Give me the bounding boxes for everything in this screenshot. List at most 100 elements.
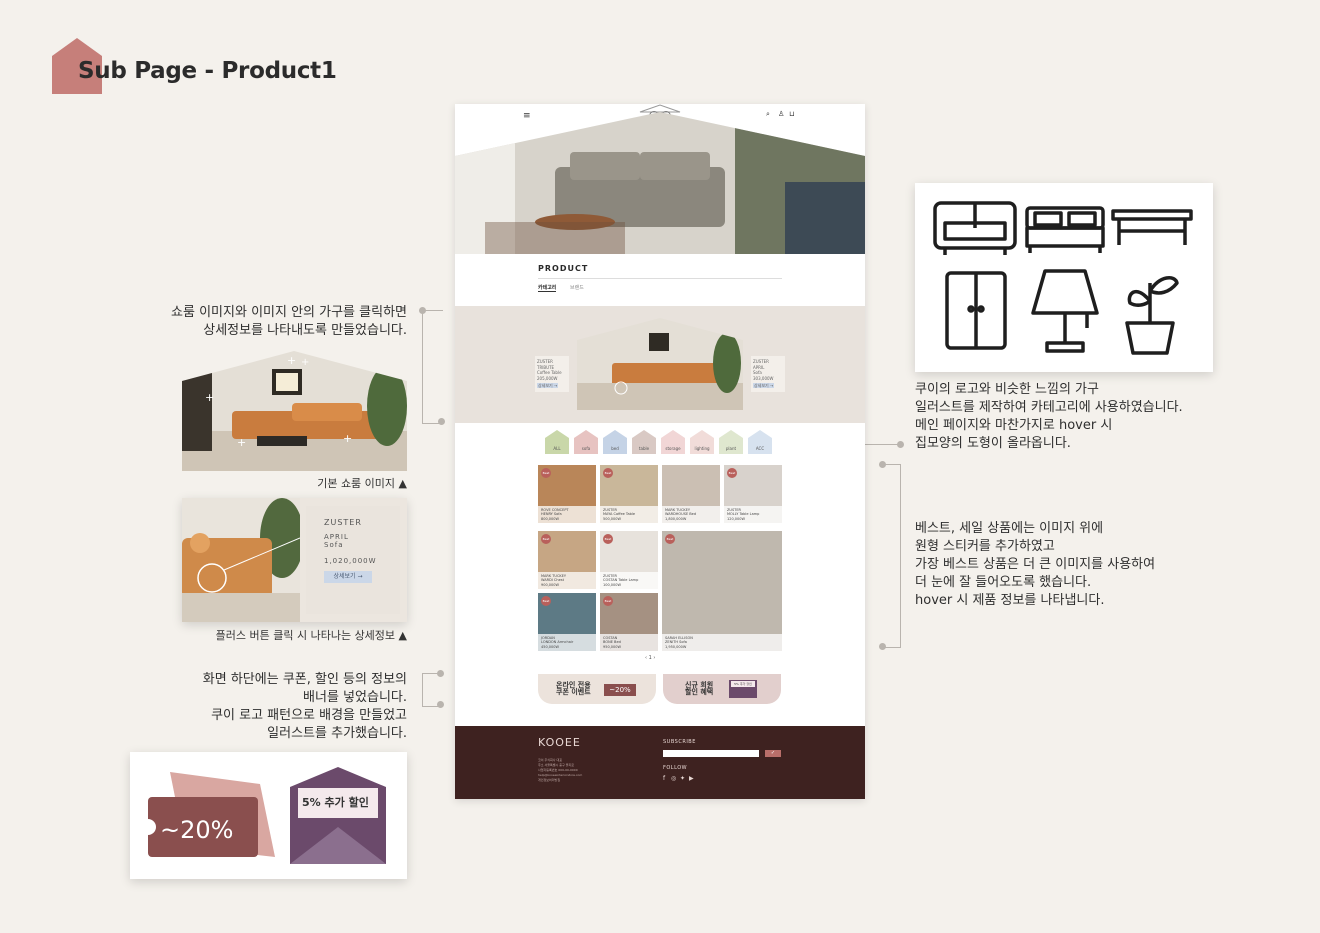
detail-type: Sofa	[324, 541, 344, 549]
detail-price: 1,020,000W	[324, 557, 377, 565]
product-info: ROVE CONCEPT HENRY Sofa 800,000W	[538, 505, 596, 523]
best-badge: Best	[603, 468, 613, 478]
category-row: ALL sofa bed table storage lighting plant ACC	[545, 430, 785, 456]
tab-brand[interactable]: 브랜드	[570, 284, 584, 291]
category-annotation: 쿠이의 로고와 비슷한 느낌의 가구 일러스트를 제작하여 카테고리에 사용하였…	[915, 382, 1183, 451]
mock-right-card[interactable]: ZUSTER APRIL Sofa 303,000W 상세보기 →	[751, 356, 785, 392]
product-card[interactable]: Best ROVE CONCEPT HENRY Sofa 800,000W	[538, 465, 596, 523]
mock-left-card[interactable]: ZUSTER TRIBUTE Coffee Table 205,000W 상세보…	[535, 356, 569, 392]
section-title: PRODUCT	[538, 264, 589, 273]
subscribe-input[interactable]	[663, 750, 759, 757]
subscribe-button[interactable]: ✓	[765, 750, 781, 757]
bracket-dot	[438, 418, 445, 425]
bracket-dot	[437, 701, 444, 708]
product-info: ZUSTER MOLLY Table Lamp 120,000W	[724, 505, 782, 523]
product-price: 800,000W	[541, 516, 559, 521]
product-info: JORDAN LONDON Armchair 450,000W	[538, 633, 596, 651]
showroom-image[interactable]: +	[182, 351, 407, 471]
best-badge: Best	[603, 534, 613, 544]
showroom-bracket	[422, 310, 443, 424]
coupon-discount: ~20%	[160, 816, 234, 844]
plus-hotspot-icon[interactable]: +	[237, 436, 246, 449]
page-title: Sub Page - Product1	[78, 58, 337, 84]
best-badge: Best	[665, 534, 675, 544]
plus-hotspot-icon[interactable]: +	[343, 432, 352, 445]
category-all[interactable]: ALL	[545, 430, 569, 456]
product-card[interactable]: Best ZUSTER MOLLY Table Lamp 120,000W	[724, 465, 782, 523]
category-label: plant	[725, 446, 737, 451]
tab-category[interactable]: 카테고리	[538, 284, 557, 292]
category-label: ALL	[553, 446, 561, 451]
category-bed[interactable]: bed	[603, 430, 627, 456]
hero-image	[455, 112, 865, 254]
table-icon	[1111, 209, 1193, 245]
category-table[interactable]: table	[632, 430, 656, 456]
category-storage[interactable]: storage	[661, 430, 685, 456]
category-acc[interactable]: ACC	[748, 430, 772, 456]
bracket-dot	[879, 643, 886, 650]
plus-hotspot-icon[interactable]: +	[287, 354, 297, 367]
best-badge: Best	[727, 468, 737, 478]
envelope-text: 5% 추가 할인	[302, 796, 369, 809]
product-card[interactable]: Best ZUSTER MAYA Coffee Table 500,000W	[600, 465, 658, 523]
product-price: 100,000W	[603, 582, 621, 587]
coupon-banner[interactable]: 온라인 전용 쿠폰 이벤트 ~20%	[538, 674, 656, 704]
detail-image: ZUSTER APRIL Sofa 1,020,000W 상세보기 →	[182, 498, 407, 622]
twitter-icon[interactable]: ✦	[680, 775, 685, 782]
category-sofa[interactable]: sofa	[574, 430, 598, 456]
mock-showroom-image[interactable]	[577, 318, 743, 410]
best-badge: Best	[541, 534, 551, 544]
product-card[interactable]: Best COSTAN BONE Bed 950,000W	[600, 593, 658, 651]
category-label: ACC	[755, 446, 765, 451]
product-info: SARAH ELLISON ZENITH Sofa 1,950,000W	[662, 633, 782, 651]
product-price: 1,800,000W	[665, 516, 687, 521]
product-info: ZUSTER MAYA Coffee Table 500,000W	[600, 505, 658, 523]
bed-icon	[1025, 206, 1105, 253]
best-badge: Best	[541, 596, 551, 606]
detail-caption: 플러스 버튼 클릭 시 나타나는 상세정보 ▲	[215, 629, 407, 642]
category-label: table	[638, 446, 650, 451]
product-card[interactable]: Best ZUSTER COSTAN Table Lamp 100,000W	[600, 531, 658, 589]
category-label: storage	[665, 446, 681, 451]
product-card[interactable]: Best JORDAN LONDON Armchair 450,000W	[538, 593, 596, 651]
showroom-annotation: 쇼룸 이미지와 이미지 안의 가구를 클릭하면 상세정보를 나타내도록 만들었습…	[171, 305, 407, 338]
product-card[interactable]: Best SARAH ELLISON ZENITH Sofa 1,950,000W	[662, 531, 782, 651]
lamp-icon	[1031, 269, 1099, 353]
sofa-icon	[933, 201, 1017, 255]
detail-brand: ZUSTER	[324, 518, 362, 527]
bracket-dot	[419, 307, 426, 314]
category-label: sofa	[581, 446, 591, 451]
banner-annotation: 화면 하단에는 쿠폰, 할인 등의 정보의 배너를 넣었습니다. 쿠이 로고 패…	[202, 672, 407, 741]
category-plant[interactable]: plant	[719, 430, 743, 456]
category-label: lighting	[694, 446, 710, 451]
product-info: ZUSTER COSTAN Table Lamp 100,000W	[600, 571, 658, 589]
category-label: bed	[611, 446, 619, 451]
youtube-icon[interactable]: ▶	[689, 775, 694, 782]
product-card[interactable]: Best MARK TUCKEY WARDI Chest 900,000W	[538, 531, 596, 589]
category-icons-panel	[915, 183, 1213, 372]
member-banner[interactable]: 신규 회원 할인 혜택 5% 추가 할인	[663, 674, 781, 704]
detail-name: APRIL	[324, 533, 349, 541]
instagram-icon[interactable]: ◎	[671, 775, 676, 782]
product-price: 450,000W	[541, 644, 559, 649]
detail-view-button[interactable]: 상세보기 →	[324, 571, 372, 583]
follow-label: FOLLOW	[663, 765, 688, 771]
plus-hotspot-icon[interactable]: +	[205, 391, 214, 404]
footer-info: 코이 주식회사 대표 주소 서울특별시 중구 을지로 사업자등록번호 000-0…	[538, 758, 583, 782]
product-price: 500,000W	[603, 516, 621, 521]
bracket-dot	[879, 461, 886, 468]
product-info: MARK TUCKEY WARDHOUSE Bed 1,800,000W	[662, 505, 720, 523]
product-info: COSTAN BONE Bed 950,000W	[600, 633, 658, 651]
facebook-icon[interactable]: f	[663, 775, 665, 782]
category-lighting[interactable]: lighting	[690, 430, 714, 456]
bracket-dot	[437, 670, 444, 677]
showroom-caption: 기본 쇼룸 이미지 ▲	[317, 477, 407, 490]
product-price: 950,000W	[603, 644, 621, 649]
coupon-art-panel: ~20% 5% 추가 할인	[130, 752, 407, 879]
connector-dot	[897, 441, 904, 448]
pagination[interactable]: ‹ 1 ›	[645, 655, 655, 661]
product-price: 900,000W	[541, 582, 559, 587]
product-card[interactable]: MARK TUCKEY WARDHOUSE Bed 1,800,000W	[662, 465, 720, 523]
product-page-mockup: ≡ ⌕ ♙ ⊔ PRODUCT 카테고리 브랜드 ZUSTER TRIBUTE …	[455, 104, 865, 799]
footer-logo[interactable]: KOOEE	[538, 736, 581, 749]
